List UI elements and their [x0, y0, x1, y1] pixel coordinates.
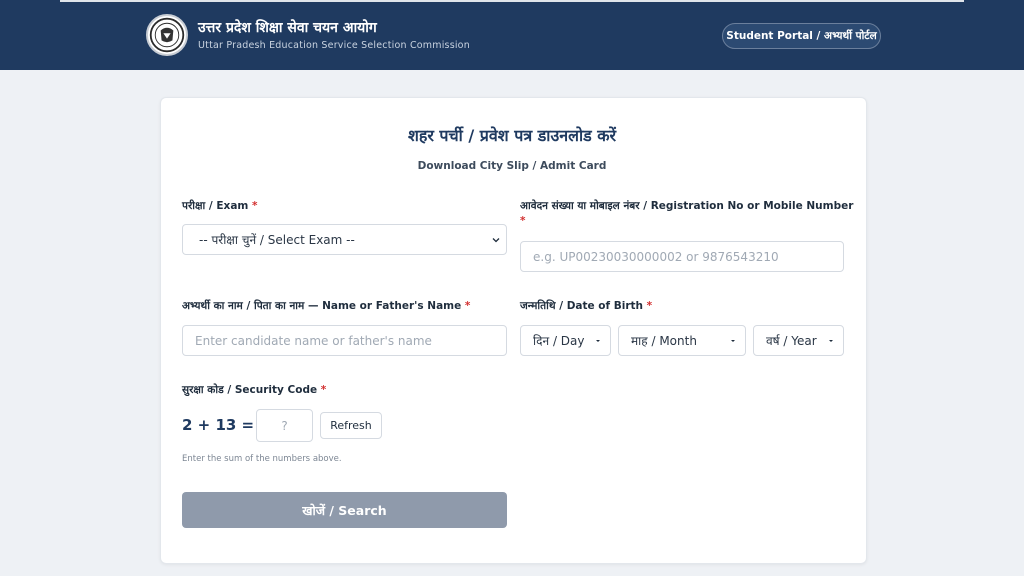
org-name-hindi: उत्तर प्रदेश शिक्षा सेवा चयन आयोग: [198, 20, 377, 36]
captcha-label-text: सुरक्षा कोड / Security Code: [182, 384, 318, 396]
student-portal-button[interactable]: Student Portal / अभ्यर्थी पोर्टल: [722, 23, 881, 49]
captcha-expression: 2 + 13 =: [182, 416, 255, 434]
dob-year-value: वर्ष / Year: [766, 334, 817, 348]
required-mark: *: [646, 300, 653, 312]
search-button[interactable]: खोजें / Search: [182, 492, 507, 528]
required-mark: *: [320, 384, 327, 396]
org-name-english: Uttar Pradesh Education Service Selectio…: [198, 40, 470, 51]
refresh-button[interactable]: Refresh: [320, 412, 382, 439]
dob-month-value: माह / Month: [631, 334, 697, 348]
form-subtitle: Download City Slip / Admit Card: [417, 160, 607, 172]
chevron-down-icon: [827, 337, 835, 345]
header-top-line: [60, 0, 964, 2]
exam-select-value: -- परीक्षा चुनें / Select Exam --: [199, 233, 355, 247]
dob-month-select[interactable]: माह / Month: [618, 325, 746, 356]
chevron-down-icon: [729, 337, 737, 345]
registration-label: आवेदन संख्या या मोबाइल नंबर / Registrati…: [520, 199, 853, 213]
chevron-down-icon: [492, 236, 500, 244]
required-mark: *: [520, 215, 526, 227]
name-placeholder: Enter candidate name or father's name: [195, 333, 432, 348]
name-input[interactable]: Enter candidate name or father's name: [182, 325, 507, 356]
name-label-text: अभ्यर्थी का नाम / पिता का नाम — Name or …: [182, 300, 462, 312]
chevron-down-icon: [594, 337, 602, 345]
dob-day-select[interactable]: दिन / Day: [520, 325, 611, 356]
exam-label: परीक्षा / Exam *: [182, 199, 258, 213]
captcha-placeholder: ?: [281, 418, 288, 433]
registration-label-text: आवेदन संख्या या मोबाइल नंबर / Registrati…: [520, 200, 854, 212]
registration-input[interactable]: e.g. UP00230030000002 or 9876543210: [520, 241, 844, 272]
registration-required: *: [520, 215, 526, 227]
registration-placeholder: e.g. UP00230030000002 or 9876543210: [533, 249, 779, 264]
dob-label: जन्मतिथि / Date of Birth *: [520, 299, 652, 313]
form-title: शहर पर्ची / प्रवेश पत्र डाउनलोड करें: [407, 126, 617, 145]
required-mark: *: [252, 200, 258, 212]
header-bar: उत्तर प्रदेश शिक्षा सेवा चयन आयोग Uttar …: [0, 0, 1024, 70]
dob-label-text: जन्मतिथि / Date of Birth: [520, 300, 643, 312]
up-state-emblem-icon: [146, 14, 188, 56]
dob-day-value: दिन / Day: [533, 334, 585, 348]
captcha-hint: Enter the sum of the numbers above.: [182, 454, 342, 464]
captcha-input[interactable]: ?: [256, 409, 313, 442]
required-mark: *: [464, 300, 471, 312]
captcha-label: सुरक्षा कोड / Security Code *: [182, 383, 326, 397]
dob-year-select[interactable]: वर्ष / Year: [753, 325, 844, 356]
name-label: अभ्यर्थी का नाम / पिता का नाम — Name or …: [182, 299, 470, 313]
exam-label-text: परीक्षा / Exam: [182, 200, 249, 212]
exam-select[interactable]: -- परीक्षा चुनें / Select Exam --: [182, 224, 507, 255]
